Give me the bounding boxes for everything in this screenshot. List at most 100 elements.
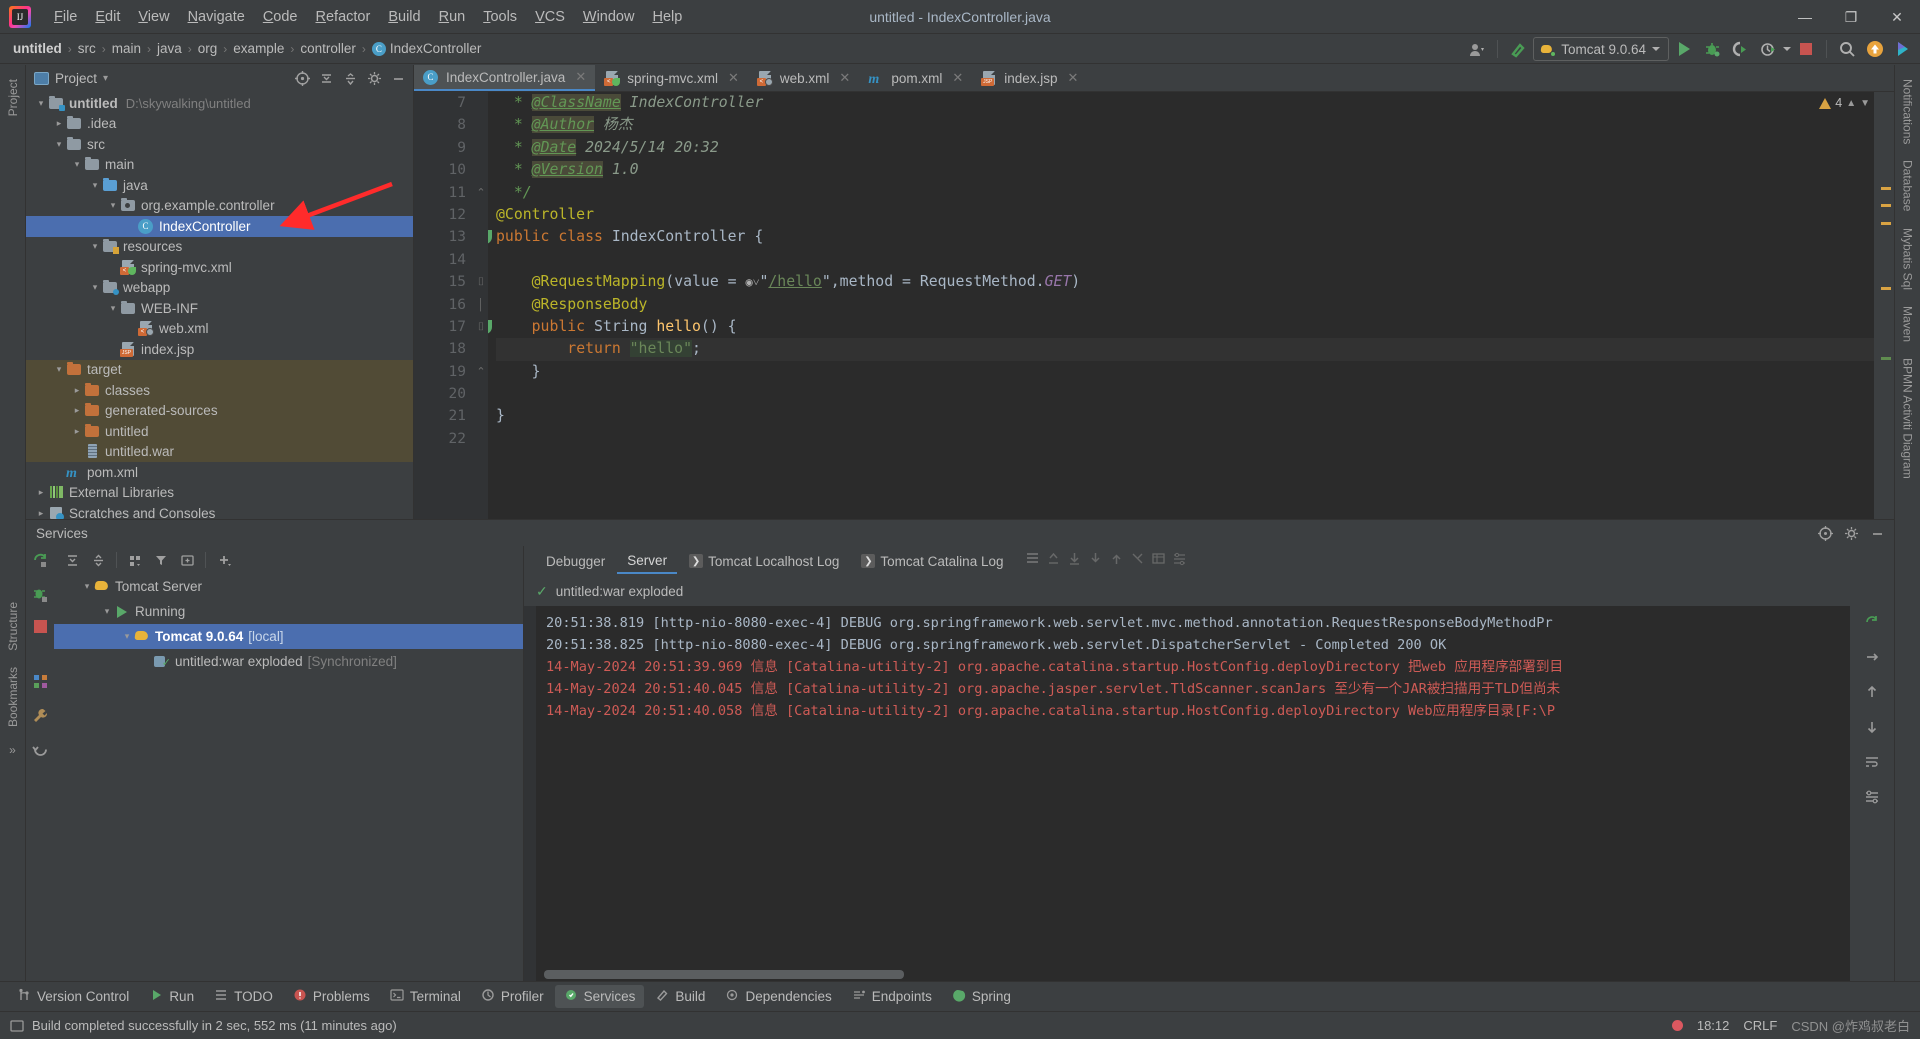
project-tree[interactable]: ▾ untitled D:\skywalking\untitled ▸ .idea ▾ sr… (26, 91, 413, 519)
breadcrumb-item-indexcontroller[interactable]: C IndexController (369, 40, 485, 57)
menu-edit[interactable]: Edit (86, 4, 129, 30)
editor-tab-web-xml[interactable]: < web.xml ✕ (748, 65, 859, 91)
service-node-tomcat-9.0.64[interactable]: ▾ Tomcat 9.0.64 [local] (54, 624, 523, 649)
close-icon[interactable]: ✕ (952, 70, 963, 86)
run-with-coverage-icon[interactable] (1727, 37, 1753, 61)
tool-window-dependencies[interactable]: Dependencies (716, 985, 840, 1008)
tree-node-untitled[interactable]: ▸ untitled (26, 421, 413, 442)
menu-help[interactable]: Help (643, 4, 691, 30)
minimize-button[interactable]: — (1782, 0, 1828, 34)
tree-node-untitled.war[interactable]: untitled.war (26, 441, 413, 462)
rerun-service-icon[interactable] (32, 552, 49, 574)
collapse-all-icon[interactable] (86, 549, 110, 571)
add-service-icon[interactable] (212, 549, 236, 571)
breadcrumb[interactable]: untitled › src › main › java › org › example › contr… (10, 40, 484, 57)
rerun-console-icon[interactable] (1864, 614, 1880, 635)
services-help-icon[interactable] (1814, 523, 1836, 543)
filter-icon[interactable] (149, 549, 173, 571)
code-content[interactable]: * @ClassName IndexController * @Author 杨… (488, 92, 1894, 519)
group-by-icon[interactable] (123, 549, 147, 571)
tree-node-web-inf[interactable]: ▾ WEB-INF (26, 298, 413, 319)
console-tabs[interactable]: Debugger Server ❯ Tomcat Localhost Log ❯ Tomc… (524, 546, 1894, 576)
search-everywhere-icon[interactable] (1834, 37, 1860, 61)
close-icon[interactable]: ✕ (1068, 70, 1079, 86)
console-settings-icon[interactable] (1864, 789, 1880, 810)
tree-node-indexcontroller[interactable]: C IndexController (26, 216, 413, 237)
tool-window-todo[interactable]: TODO (205, 985, 282, 1008)
project-panel-title-group[interactable]: Project ▾ (34, 71, 108, 86)
sidebar-item-maven[interactable]: Maven (1897, 298, 1919, 350)
console-output[interactable]: 20:51:38.819 [http-nio-8080-exec-4] DEBU… (524, 606, 1894, 981)
tool-window-bar[interactable]: Version Control Run TODO Problems Terminal Pr… (0, 981, 1920, 1011)
close-button[interactable]: ✕ (1874, 0, 1920, 34)
sidebar-item-notifications[interactable]: Notifications (1897, 71, 1919, 152)
menu-build[interactable]: Build (379, 4, 429, 30)
code-folding-column[interactable]: ⌃ ⌷ │ ⌷ ⌃ (474, 92, 488, 519)
user-profile-icon[interactable] (1464, 37, 1490, 61)
fold-marker[interactable] (474, 226, 488, 248)
maximize-button[interactable]: ❐ (1828, 0, 1874, 34)
close-icon[interactable]: ✕ (728, 70, 739, 86)
chevron-down-icon[interactable]: ▾ (106, 200, 120, 211)
fold-marker[interactable] (474, 428, 488, 450)
sidebar-item-structure[interactable]: Structure (2, 594, 24, 659)
fold-marker[interactable] (474, 383, 488, 405)
more-tool-windows-icon[interactable]: » (5, 735, 20, 765)
service-node-running[interactable]: ▾ Running (54, 599, 523, 624)
editor-tab-indexcontroller-java[interactable]: C IndexController.java ✕ (414, 65, 596, 91)
tool-window-spring[interactable]: Spring (943, 985, 1020, 1008)
down-icon[interactable] (1088, 551, 1103, 571)
fold-marker[interactable]: ⌃ (474, 182, 488, 204)
fold-marker[interactable]: │ (474, 294, 488, 316)
menu-tools[interactable]: Tools (474, 4, 526, 30)
menu-bar[interactable]: File Edit View Navigate Code Refactor Build Run… (45, 0, 691, 33)
debug-icon[interactable] (1699, 37, 1725, 61)
build-hammer-icon[interactable] (1505, 37, 1531, 61)
stop-icon[interactable] (1793, 37, 1819, 61)
chevron-down-icon[interactable]: ▾ (120, 631, 134, 642)
tree-node-index.jsp[interactable]: JSP index.jsp (26, 339, 413, 360)
fold-marker[interactable] (474, 338, 488, 360)
console-wrap-icon[interactable] (1864, 754, 1880, 775)
expand-all-icon[interactable] (60, 549, 84, 571)
chevron-up-icon[interactable]: ▲ (1846, 98, 1856, 109)
structure-view-icon[interactable] (32, 673, 49, 695)
fold-marker[interactable] (474, 92, 488, 114)
stop-service-icon[interactable] (33, 620, 47, 633)
tool-window-build[interactable]: Build (646, 985, 714, 1008)
close-icon[interactable]: ✕ (575, 69, 586, 85)
add-tab-icon[interactable] (175, 549, 199, 571)
debug-service-icon[interactable] (32, 586, 49, 608)
chevron-right-icon[interactable]: ▸ (70, 426, 84, 437)
ide-feature-icon[interactable] (1890, 37, 1916, 61)
tree-node-external-libraries[interactable]: ▸ External Libraries (26, 483, 413, 504)
chevron-down-icon[interactable]: ▾ (106, 303, 120, 314)
scroll-up-icon[interactable] (1864, 684, 1880, 705)
fold-marker[interactable]: ⌃ (474, 361, 488, 383)
chevron-down-icon[interactable] (1783, 47, 1791, 51)
editor-gutter[interactable]: 7 8 9 10 11 12 13 14 15 16 17 18 19 20 21 22 (414, 92, 492, 519)
console-horizontal-scrollbar[interactable] (536, 970, 1846, 979)
chevron-down-icon[interactable]: ▾ (52, 139, 66, 150)
tree-node-resources[interactable]: ▾ resources (26, 237, 413, 258)
chevron-down-icon[interactable]: ▾ (70, 159, 84, 170)
down-icon[interactable] (1067, 551, 1082, 571)
sidebar-item-mybatis-sql[interactable]: Mybatis Sql (1897, 220, 1919, 298)
tool-window-terminal[interactable]: Terminal (381, 985, 470, 1008)
profiler-icon[interactable] (1755, 37, 1781, 61)
menu-refactor[interactable]: Refactor (307, 4, 380, 30)
expand-all-icon[interactable] (315, 68, 337, 88)
chevron-down-icon[interactable]: ▾ (100, 606, 114, 617)
chevron-right-icon[interactable]: ▸ (52, 118, 66, 129)
hide-panel-icon[interactable] (387, 68, 409, 88)
services-tree[interactable]: ▾ Tomcat Server ▾ Running ▾ Tomcat 9.0.64 [lo… (54, 574, 523, 981)
tree-node-target[interactable]: ▾ target (26, 359, 413, 380)
inspection-scrollbar[interactable] (1874, 92, 1894, 519)
editor-tab-spring-mvc-xml[interactable]: < spring-mvc.xml ✕ (595, 65, 748, 91)
sidebar-item-bookmarks[interactable]: Bookmarks (2, 659, 24, 735)
menu-navigate[interactable]: Navigate (179, 4, 254, 30)
breadcrumb-item-untitled[interactable]: untitled (10, 40, 65, 57)
chevron-down-icon[interactable]: ▾ (52, 364, 66, 375)
editor-tab-index-jsp[interactable]: JSP index.jsp ✕ (972, 65, 1087, 91)
tree-node-spring-mvc.xml[interactable]: < spring-mvc.xml (26, 257, 413, 278)
